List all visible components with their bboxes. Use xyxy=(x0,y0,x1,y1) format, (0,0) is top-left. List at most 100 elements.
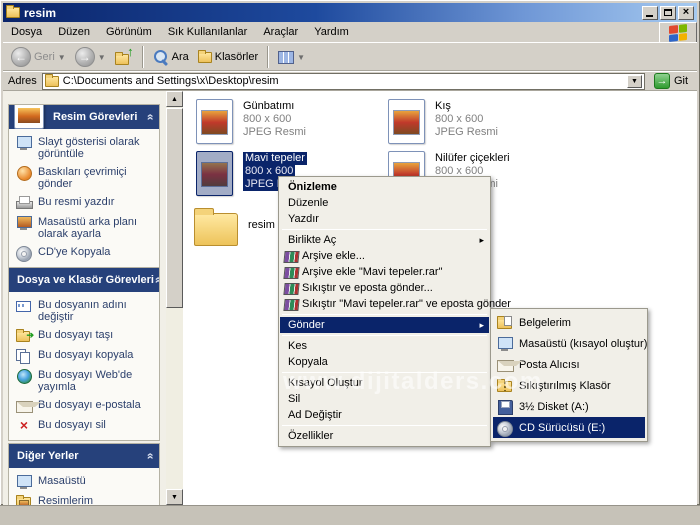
go-button[interactable]: → Git xyxy=(650,72,692,90)
menu-item-arsive-ekle-rar[interactable]: Arşive ekle "Mavi tepeler.rar" xyxy=(280,264,489,280)
vertical-scrollbar[interactable]: ▲ ▼ xyxy=(166,91,183,505)
forward-icon: → xyxy=(74,47,95,67)
menu-item-ozellikler[interactable]: Özellikler xyxy=(280,428,489,444)
menu-item-onizleme[interactable]: Önizleme xyxy=(280,179,489,195)
menu-yardim[interactable]: Yardım xyxy=(306,23,357,41)
menu-dosya[interactable]: Dosya xyxy=(3,23,50,41)
desktop-shortcut-icon xyxy=(497,336,513,351)
submenu-arrow-icon: ▸ xyxy=(479,320,484,330)
address-input[interactable]: C:\Documents and Settings\x\Desktop\resi… xyxy=(41,72,645,90)
menu-gorunum[interactable]: Görünüm xyxy=(98,23,160,41)
scrollbar-thumb[interactable] xyxy=(166,108,183,308)
views-dropdown-icon[interactable]: ▼ xyxy=(297,53,305,62)
cd-drive-icon xyxy=(497,420,513,437)
menu-item-kes[interactable]: Kes xyxy=(280,338,489,354)
forward-button[interactable]: → ▼ xyxy=(72,45,109,69)
menu-sik-kullanilanlar[interactable]: Sık Kullanılanlar xyxy=(160,23,256,41)
menu-separator xyxy=(282,425,487,426)
menu-item-yazdir[interactable]: Yazdır xyxy=(280,211,489,227)
task-email-file[interactable]: Bu dosyayı e-postala xyxy=(16,399,155,413)
window-buttons: × xyxy=(642,5,694,20)
print-icon xyxy=(16,196,33,210)
toolbar-separator xyxy=(267,46,270,68)
window-title: resim xyxy=(24,5,57,20)
zip-folder-icon xyxy=(497,378,513,393)
task-slideshow[interactable]: Slayt gösterisi olarak görüntüle xyxy=(16,136,155,160)
minimize-button[interactable] xyxy=(642,5,658,20)
menu-separator xyxy=(282,335,487,336)
panel-header[interactable]: Resim Görevleri » xyxy=(9,105,159,129)
panel-title: Dosya ve Klasör Görevleri xyxy=(17,274,154,286)
address-dropdown-button[interactable]: ▼ xyxy=(626,74,642,88)
winrar-icon xyxy=(283,298,300,311)
task-move-file[interactable]: Bu dosyayı taşı xyxy=(16,329,155,343)
file-type: JPEG Resmi xyxy=(243,126,306,138)
file-kis[interactable]: Kış 800 x 600 JPEG Resmi xyxy=(388,99,498,144)
copy-to-cd-icon xyxy=(16,246,32,262)
task-publish-web[interactable]: Bu dosyayı Web'de yayımla xyxy=(16,369,155,393)
search-button[interactable]: Ara xyxy=(150,47,192,67)
task-print-picture[interactable]: Bu resmi yazdır xyxy=(16,196,155,210)
scroll-down-button[interactable]: ▼ xyxy=(166,489,183,505)
menu-item-sil[interactable]: Sil xyxy=(280,391,489,407)
address-bar: Adres C:\Documents and Settings\x\Deskto… xyxy=(3,71,697,91)
task-copy-file[interactable]: Bu dosyayı kopyala xyxy=(16,349,155,364)
collapse-chevron-icon[interactable]: » xyxy=(143,114,157,121)
submenu-item-masaustu[interactable]: Masaüstü (kısayol oluştur) xyxy=(493,333,647,354)
menu-item-arsive-ekle[interactable]: Arşive ekle... xyxy=(280,248,489,264)
up-folder-icon: ↑ xyxy=(114,45,134,65)
menu-item-kisayol-olustur[interactable]: Kısayol Oluştur xyxy=(280,375,489,391)
title-bar[interactable]: resim × xyxy=(3,3,697,22)
forward-dropdown-icon[interactable]: ▼ xyxy=(98,53,106,62)
scroll-up-button[interactable]: ▲ xyxy=(166,91,183,107)
place-my-pictures[interactable]: Resimlerim xyxy=(16,495,155,505)
delete-icon: × xyxy=(19,417,29,433)
folders-button[interactable]: Klasörler xyxy=(195,49,261,65)
menu-item-kopyala[interactable]: Kopyala xyxy=(280,354,489,370)
task-rename-file[interactable]: Bu dosyanın adını değiştir xyxy=(16,299,155,323)
menu-araclar[interactable]: Araçlar xyxy=(255,23,306,41)
task-online-prints[interactable]: Baskıları çevrimiçi gönder xyxy=(16,166,155,190)
submenu-item-disket[interactable]: 3½ Disket (A:) xyxy=(493,396,645,417)
menu-duzen[interactable]: Düzen xyxy=(50,23,98,41)
rename-icon xyxy=(16,299,32,313)
submenu-item-sikistirilmis-klasor[interactable]: Sıkıştırılmış Klasör xyxy=(493,375,645,396)
views-icon xyxy=(278,50,295,64)
file-dimensions: 800 x 600 xyxy=(243,113,292,125)
menu-item-sikistir-eposta[interactable]: Sıkıştır ve eposta gönder... xyxy=(280,280,489,296)
menu-item-gonder[interactable]: Gönder ▸ xyxy=(280,317,489,333)
menu-item-ad-degistir[interactable]: Ad Değiştir xyxy=(280,407,489,423)
submenu-item-posta-alicisi[interactable]: Posta Alıcısı xyxy=(493,354,645,375)
menu-item-birlikte-ac[interactable]: Birlikte Aç ▸ xyxy=(280,232,489,248)
back-dropdown-icon[interactable]: ▼ xyxy=(58,53,66,62)
task-copy-to-cd[interactable]: CD'ye Kopyala xyxy=(16,246,155,262)
maximize-button[interactable] xyxy=(660,5,676,20)
up-button[interactable]: ↑ xyxy=(112,45,136,67)
winrar-icon xyxy=(283,266,300,279)
window-folder-icon xyxy=(6,5,20,18)
publish-web-icon xyxy=(16,369,32,384)
panel-header[interactable]: Dosya ve Klasör Görevleri » xyxy=(9,268,159,292)
collapse-chevron-icon[interactable]: » xyxy=(143,453,157,460)
task-pane-sidebar: Resim Görevleri » Slayt gösterisi olarak… xyxy=(3,91,166,505)
panel-header[interactable]: Diğer Yerler » xyxy=(9,444,159,468)
file-gunbatimi[interactable]: Günbatımı 800 x 600 JPEG Resmi xyxy=(196,99,306,144)
submenu-item-belgelerim[interactable]: Belgelerim xyxy=(493,312,645,333)
collapse-chevron-icon[interactable]: » xyxy=(150,277,159,284)
folder-resim[interactable]: resim xyxy=(194,202,275,248)
menu-item-sikistir-rar-eposta[interactable]: Sıkıştır "Mavi tepeler.rar" ve eposta gö… xyxy=(280,296,511,312)
place-desktop[interactable]: Masaüstü xyxy=(16,475,155,489)
menu-item-duzenle[interactable]: Düzenle xyxy=(280,195,489,211)
panel-body: Masaüstü Resimlerim xyxy=(9,468,159,505)
views-button[interactable]: ▼ xyxy=(275,49,308,66)
minimize-icon xyxy=(646,14,653,17)
go-label: Git xyxy=(673,75,688,87)
toolbar: ← Geri ▼ → ▼ ↑ Ara Klasörler ▼ xyxy=(3,42,697,71)
online-prints-icon xyxy=(16,166,32,181)
task-delete-file[interactable]: × Bu dosyayı sil xyxy=(16,417,155,433)
back-button[interactable]: ← Geri ▼ xyxy=(8,45,69,69)
task-desktop-background[interactable]: Masaüstü arka planı olarak ayarla xyxy=(16,216,155,240)
winrar-icon xyxy=(283,250,300,263)
submenu-item-cd-surucusu[interactable]: CD Sürücüsü (E:) xyxy=(493,417,645,438)
close-button[interactable]: × xyxy=(678,5,694,20)
